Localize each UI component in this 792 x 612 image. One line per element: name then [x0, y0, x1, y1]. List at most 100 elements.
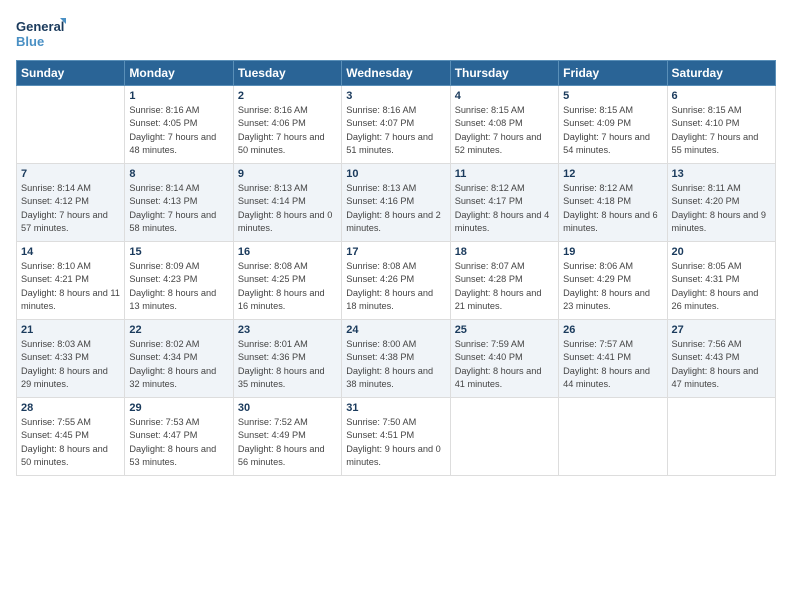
day-number: 17	[346, 246, 445, 258]
cell-info: Sunrise: 8:09 AMSunset: 4:23 PMDaylight:…	[129, 260, 228, 313]
cell-info: Sunrise: 8:12 AMSunset: 4:17 PMDaylight:…	[455, 182, 554, 235]
cell-info: Sunrise: 8:15 AMSunset: 4:08 PMDaylight:…	[455, 104, 554, 157]
week-row-4: 21 Sunrise: 8:03 AMSunset: 4:33 PMDayligh…	[17, 320, 776, 398]
cell-info: Sunrise: 8:08 AMSunset: 4:25 PMDaylight:…	[238, 260, 337, 313]
calendar-cell: 9Sunrise: 8:13 AMSunset: 4:14 PMDaylight…	[233, 164, 341, 242]
cell-info: Sunrise: 8:10 AMSunset: 4:21 PMDaylight:…	[21, 260, 120, 313]
calendar-cell: 7 Sunrise: 8:14 AMSunset: 4:12 PMDaylight…	[17, 164, 125, 242]
day-number: 3	[346, 90, 445, 102]
logo: General Blue	[16, 16, 66, 52]
cell-info: Sunrise: 8:14 AMSunset: 4:12 PMDaylight:…	[21, 182, 120, 235]
page-container: General Blue SundayMondayTuesdayWednesda…	[0, 0, 792, 484]
calendar-cell: 14 Sunrise: 8:10 AMSunset: 4:21 PMDayligh…	[17, 242, 125, 320]
col-header-wednesday: Wednesday	[342, 61, 450, 86]
week-row-5: 28 Sunrise: 7:55 AMSunset: 4:45 PMDayligh…	[17, 398, 776, 476]
day-number: 24	[346, 324, 445, 336]
week-row-2: 7 Sunrise: 8:14 AMSunset: 4:12 PMDaylight…	[17, 164, 776, 242]
calendar-cell: 5Sunrise: 8:15 AMSunset: 4:09 PMDaylight…	[559, 86, 667, 164]
calendar-cell: 31 Sunrise: 7:50 AMSunset: 4:51 PMDayligh…	[342, 398, 450, 476]
calendar-cell: 26Sunrise: 7:57 AMSunset: 4:41 PMDayligh…	[559, 320, 667, 398]
header: General Blue	[16, 16, 776, 52]
day-number: 11	[455, 168, 554, 180]
cell-info: Sunrise: 8:13 AMSunset: 4:14 PMDaylight:…	[238, 182, 337, 235]
day-number: 20	[672, 246, 771, 258]
cell-info: Sunrise: 8:06 AMSunset: 4:29 PMDaylight:…	[563, 260, 662, 313]
week-row-3: 14 Sunrise: 8:10 AMSunset: 4:21 PMDayligh…	[17, 242, 776, 320]
day-number: 21	[21, 324, 120, 336]
calendar-cell: 25 Sunrise: 7:59 AMSunset: 4:40 PMDayligh…	[450, 320, 558, 398]
day-number: 23	[238, 324, 337, 336]
col-header-saturday: Saturday	[667, 61, 775, 86]
day-number: 8	[129, 168, 228, 180]
cell-info: Sunrise: 7:59 AMSunset: 4:40 PMDaylight:…	[455, 338, 554, 391]
cell-info: Sunrise: 8:16 AMSunset: 4:05 PMDaylight:…	[129, 104, 228, 157]
svg-text:General: General	[16, 19, 64, 34]
calendar-cell: 30Sunrise: 7:52 AMSunset: 4:49 PMDayligh…	[233, 398, 341, 476]
day-number: 7	[21, 168, 120, 180]
week-row-1: 1 Sunrise: 8:16 AMSunset: 4:05 PMDaylight…	[17, 86, 776, 164]
col-header-monday: Monday	[125, 61, 233, 86]
day-number: 18	[455, 246, 554, 258]
day-number: 6	[672, 90, 771, 102]
calendar-cell: 20Sunrise: 8:05 AMSunset: 4:31 PMDayligh…	[667, 242, 775, 320]
col-header-friday: Friday	[559, 61, 667, 86]
cell-info: Sunrise: 8:02 AMSunset: 4:34 PMDaylight:…	[129, 338, 228, 391]
calendar-cell: 16 Sunrise: 8:08 AMSunset: 4:25 PMDayligh…	[233, 242, 341, 320]
calendar-cell	[17, 86, 125, 164]
calendar-cell: 23Sunrise: 8:01 AMSunset: 4:36 PMDayligh…	[233, 320, 341, 398]
day-number: 10	[346, 168, 445, 180]
cell-info: Sunrise: 8:08 AMSunset: 4:26 PMDaylight:…	[346, 260, 445, 313]
day-number: 16	[238, 246, 337, 258]
calendar-cell: 13Sunrise: 8:11 AMSunset: 4:20 PMDayligh…	[667, 164, 775, 242]
cell-info: Sunrise: 7:53 AMSunset: 4:47 PMDaylight:…	[129, 416, 228, 469]
day-number: 31	[346, 402, 445, 414]
calendar-cell: 18Sunrise: 8:07 AMSunset: 4:28 PMDayligh…	[450, 242, 558, 320]
day-number: 5	[563, 90, 662, 102]
calendar-cell: 22 Sunrise: 8:02 AMSunset: 4:34 PMDayligh…	[125, 320, 233, 398]
day-number: 22	[129, 324, 228, 336]
logo-svg: General Blue	[16, 16, 66, 52]
calendar-cell: 19 Sunrise: 8:06 AMSunset: 4:29 PMDayligh…	[559, 242, 667, 320]
calendar-cell: 10 Sunrise: 8:13 AMSunset: 4:16 PMDayligh…	[342, 164, 450, 242]
day-number: 1	[129, 90, 228, 102]
calendar-cell: 17 Sunrise: 8:08 AMSunset: 4:26 PMDayligh…	[342, 242, 450, 320]
day-number: 30	[238, 402, 337, 414]
calendar-cell: 12Sunrise: 8:12 AMSunset: 4:18 PMDayligh…	[559, 164, 667, 242]
cell-info: Sunrise: 8:14 AMSunset: 4:13 PMDaylight:…	[129, 182, 228, 235]
cell-info: Sunrise: 7:57 AMSunset: 4:41 PMDaylight:…	[563, 338, 662, 391]
day-number: 14	[21, 246, 120, 258]
calendar-cell: 6 Sunrise: 8:15 AMSunset: 4:10 PMDaylight…	[667, 86, 775, 164]
day-number: 29	[129, 402, 228, 414]
cell-info: Sunrise: 8:12 AMSunset: 4:18 PMDaylight:…	[563, 182, 662, 235]
col-header-thursday: Thursday	[450, 61, 558, 86]
col-header-sunday: Sunday	[17, 61, 125, 86]
cell-info: Sunrise: 7:55 AMSunset: 4:45 PMDaylight:…	[21, 416, 120, 469]
day-number: 19	[563, 246, 662, 258]
calendar-cell	[559, 398, 667, 476]
calendar-cell: 21 Sunrise: 8:03 AMSunset: 4:33 PMDayligh…	[17, 320, 125, 398]
cell-info: Sunrise: 8:15 AMSunset: 4:10 PMDaylight:…	[672, 104, 771, 157]
cell-info: Sunrise: 7:56 AMSunset: 4:43 PMDaylight:…	[672, 338, 771, 391]
cell-info: Sunrise: 8:03 AMSunset: 4:33 PMDaylight:…	[21, 338, 120, 391]
logo-brand: General Blue	[16, 16, 66, 52]
cell-info: Sunrise: 8:00 AMSunset: 4:38 PMDaylight:…	[346, 338, 445, 391]
calendar-cell: 28 Sunrise: 7:55 AMSunset: 4:45 PMDayligh…	[17, 398, 125, 476]
day-number: 25	[455, 324, 554, 336]
calendar-cell: 1 Sunrise: 8:16 AMSunset: 4:05 PMDaylight…	[125, 86, 233, 164]
calendar-cell	[450, 398, 558, 476]
day-number: 28	[21, 402, 120, 414]
cell-info: Sunrise: 8:16 AMSunset: 4:06 PMDaylight:…	[238, 104, 337, 157]
calendar-cell	[667, 398, 775, 476]
cell-info: Sunrise: 7:50 AMSunset: 4:51 PMDaylight:…	[346, 416, 445, 469]
col-header-tuesday: Tuesday	[233, 61, 341, 86]
calendar-cell: 29 Sunrise: 7:53 AMSunset: 4:47 PMDayligh…	[125, 398, 233, 476]
cell-info: Sunrise: 8:13 AMSunset: 4:16 PMDaylight:…	[346, 182, 445, 235]
day-number: 15	[129, 246, 228, 258]
day-number: 4	[455, 90, 554, 102]
calendar-cell: 15 Sunrise: 8:09 AMSunset: 4:23 PMDayligh…	[125, 242, 233, 320]
calendar-cell: 4 Sunrise: 8:15 AMSunset: 4:08 PMDaylight…	[450, 86, 558, 164]
day-number: 27	[672, 324, 771, 336]
calendar-cell: 3Sunrise: 8:16 AMSunset: 4:07 PMDaylight…	[342, 86, 450, 164]
svg-text:Blue: Blue	[16, 34, 44, 49]
cell-info: Sunrise: 8:11 AMSunset: 4:20 PMDaylight:…	[672, 182, 771, 235]
